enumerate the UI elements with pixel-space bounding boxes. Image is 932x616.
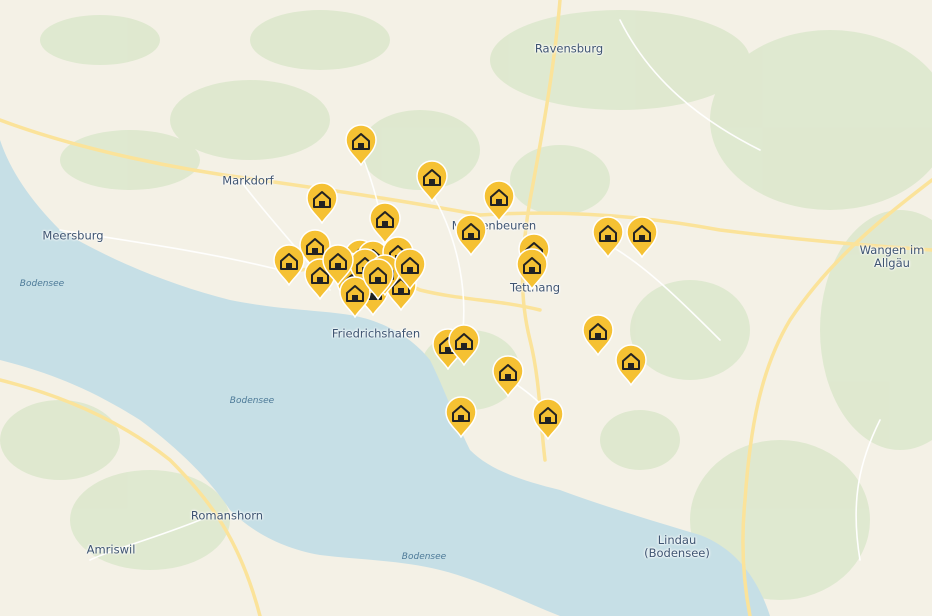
house-icon bbox=[455, 214, 487, 256]
place-label-meersburg: Meersburg bbox=[42, 228, 104, 243]
place-label-romanshorn: Romanshorn bbox=[190, 508, 264, 523]
property-marker[interactable] bbox=[491, 355, 525, 397]
house-icon bbox=[615, 344, 647, 386]
place-label-ravensburg: Ravensburg bbox=[534, 41, 604, 56]
house-icon bbox=[394, 248, 426, 290]
house-icon bbox=[448, 324, 480, 366]
water-label-bodensee: Bodensee bbox=[229, 396, 275, 406]
place-label-amriswil: Amriswil bbox=[86, 542, 136, 557]
property-marker[interactable] bbox=[581, 314, 615, 356]
house-icon bbox=[516, 248, 548, 290]
water-label-bodensee: Bodensee bbox=[19, 279, 65, 289]
house-icon bbox=[345, 124, 377, 166]
property-marker[interactable] bbox=[447, 324, 481, 366]
property-marker[interactable] bbox=[393, 248, 427, 290]
water-label-bodensee: Bodensee bbox=[401, 552, 447, 562]
property-marker[interactable] bbox=[454, 214, 488, 256]
house-icon bbox=[532, 398, 564, 440]
map-view[interactable]: Ravensburg Markdorf Meersburg Meckenbeur… bbox=[0, 0, 932, 616]
property-marker[interactable] bbox=[614, 344, 648, 386]
property-marker[interactable] bbox=[415, 160, 449, 202]
place-label-friedrichshafen: Friedrichshafen bbox=[331, 326, 421, 341]
property-marker[interactable] bbox=[515, 248, 549, 290]
property-marker[interactable] bbox=[305, 182, 339, 224]
property-marker[interactable] bbox=[625, 216, 659, 258]
house-icon bbox=[582, 314, 614, 356]
property-marker[interactable] bbox=[361, 258, 395, 300]
property-marker[interactable] bbox=[531, 398, 565, 440]
place-label-wangen: Wangen im Allgäu bbox=[859, 243, 925, 270]
house-icon bbox=[592, 216, 624, 258]
house-icon bbox=[362, 258, 394, 300]
house-icon bbox=[626, 216, 658, 258]
property-marker[interactable] bbox=[444, 396, 478, 438]
place-label-lindau: Lindau (Bodensee) bbox=[644, 533, 710, 560]
house-icon bbox=[492, 355, 524, 397]
basemap bbox=[0, 0, 932, 616]
place-label-markdorf: Markdorf bbox=[222, 173, 274, 188]
house-icon bbox=[416, 160, 448, 202]
property-marker[interactable] bbox=[344, 124, 378, 166]
property-marker[interactable] bbox=[591, 216, 625, 258]
house-icon bbox=[273, 244, 305, 286]
house-icon bbox=[306, 182, 338, 224]
house-icon bbox=[445, 396, 477, 438]
property-marker[interactable] bbox=[272, 244, 306, 286]
